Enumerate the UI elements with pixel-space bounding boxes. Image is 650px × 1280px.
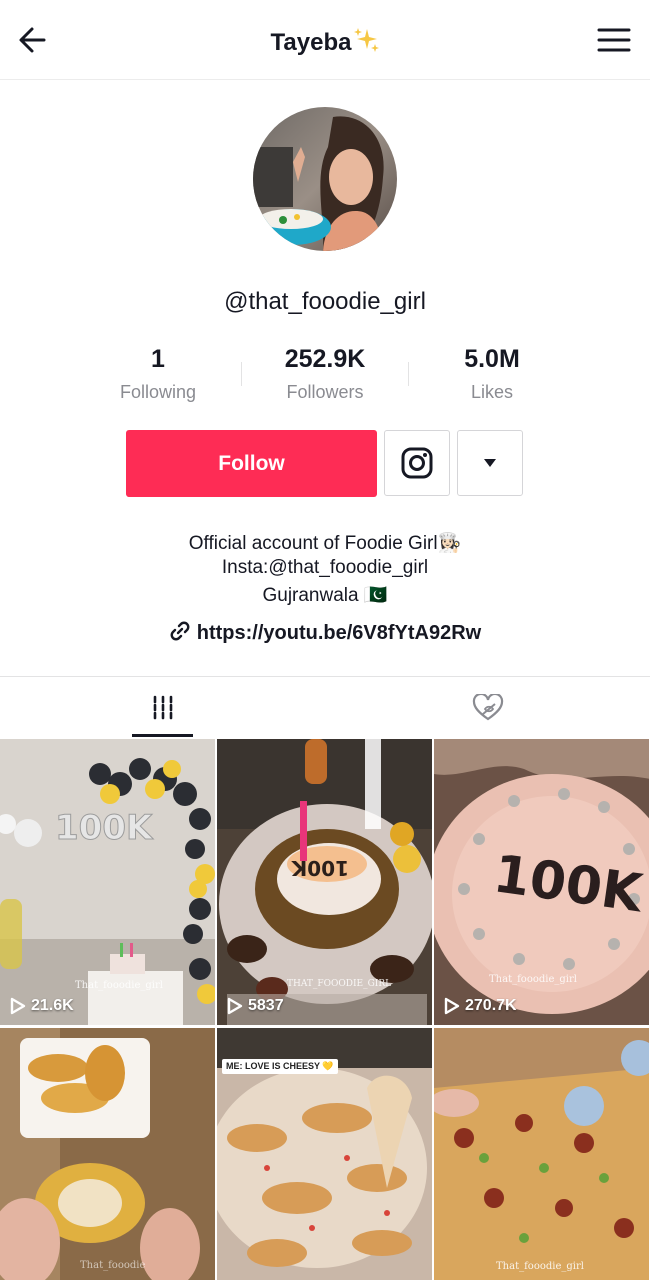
video-thumbnail[interactable]: 100K THAT_FOOODIE_GIRL 5837 — [217, 739, 432, 1025]
caption-sticker: ME: LOVE IS CHEESY 💛 — [222, 1059, 338, 1074]
stat-label: Likes — [470, 382, 514, 402]
hamburger-menu-icon — [597, 28, 631, 52]
view-count: 270.7K — [444, 997, 517, 1015]
video-thumbnail[interactable]: ME: LOVE IS CHEESY 💛 — [217, 1028, 432, 1280]
bio-link[interactable]: https://youtu.be/6V8fYtA92Rw — [0, 620, 650, 645]
play-icon — [227, 997, 243, 1015]
video-thumbnail[interactable]: 100K That_fooodie_girl 270.7K — [434, 739, 649, 1025]
play-icon — [10, 997, 26, 1015]
view-count-text: 5837 — [248, 997, 284, 1014]
active-tab-indicator — [132, 734, 193, 737]
stat-following[interactable]: 1 Following — [88, 344, 228, 403]
view-count: 21.6K — [10, 997, 74, 1015]
username-handle: @that_fooodie_girl — [224, 288, 426, 315]
thumbnail-image — [434, 1028, 649, 1280]
watermark: That_fooodie_girl — [496, 1261, 584, 1272]
watermark: That_fooodie_girl — [75, 980, 163, 991]
more-options-button[interactable] — [457, 430, 523, 496]
tab-videos[interactable] — [0, 677, 325, 739]
stat-label: Following — [119, 382, 197, 402]
profile-display-name: Tayeba — [270, 29, 352, 56]
watermark: THAT_FOOODIE_GIRL — [287, 979, 392, 989]
page-title: Tayeba — [0, 26, 650, 59]
stat-likes[interactable]: 5.0M Likes — [422, 344, 562, 403]
avatar-image — [253, 107, 397, 251]
profile-tabs — [0, 676, 650, 738]
watermark: That_fooodie_girl — [489, 974, 577, 985]
menu-button[interactable] — [596, 22, 632, 58]
bio-line: Official account of Foodie Girl👩🏻‍🍳 — [188, 533, 462, 554]
stat-followers[interactable]: 252.9K Followers — [255, 344, 395, 403]
video-thumbnail[interactable]: 100K That_fooodie_girl 21.6K — [0, 739, 215, 1025]
stat-value: 1 — [151, 345, 165, 373]
top-bar: Tayeba — [0, 0, 650, 80]
video-thumbnail[interactable]: That_fooodie_girl — [434, 1028, 649, 1280]
video-grid: 100K That_fooodie_girl 21.6K 100K THAT_F… — [0, 739, 650, 1280]
bio-line: Gujranwala 🇵🇰 — [262, 585, 388, 606]
svg-text:100K: 100K — [290, 856, 349, 880]
video-thumbnail[interactable]: That_fooodie — [0, 1028, 215, 1280]
stat-value: 5.0M — [464, 345, 520, 373]
instagram-button[interactable] — [384, 430, 450, 496]
stat-value: 252.9K — [284, 345, 366, 373]
follow-button[interactable]: Follow — [126, 430, 377, 497]
videos-grid-icon — [153, 695, 172, 721]
tab-liked[interactable] — [325, 677, 650, 739]
play-icon — [444, 997, 460, 1015]
bio-line: Insta:@that_fooodie_girl — [221, 557, 429, 578]
stat-divider — [241, 362, 242, 386]
view-count-text: 21.6K — [31, 997, 74, 1014]
watermark: That_fooodie — [80, 1260, 146, 1271]
bio-link-text: https://youtu.be/6V8fYtA92Rw — [196, 622, 482, 644]
caret-down-icon — [484, 459, 496, 467]
liked-hidden-icon — [472, 694, 503, 721]
avatar[interactable] — [253, 107, 397, 251]
view-count: 5837 — [227, 997, 284, 1015]
instagram-icon — [401, 447, 433, 479]
link-icon — [170, 621, 190, 641]
thumbnail-image — [0, 1028, 215, 1280]
sparkles-icon — [353, 26, 380, 59]
stat-label: Followers — [286, 382, 364, 402]
svg-text:100K: 100K — [55, 808, 154, 848]
stat-divider — [408, 362, 409, 386]
view-count-text: 270.7K — [465, 997, 517, 1014]
